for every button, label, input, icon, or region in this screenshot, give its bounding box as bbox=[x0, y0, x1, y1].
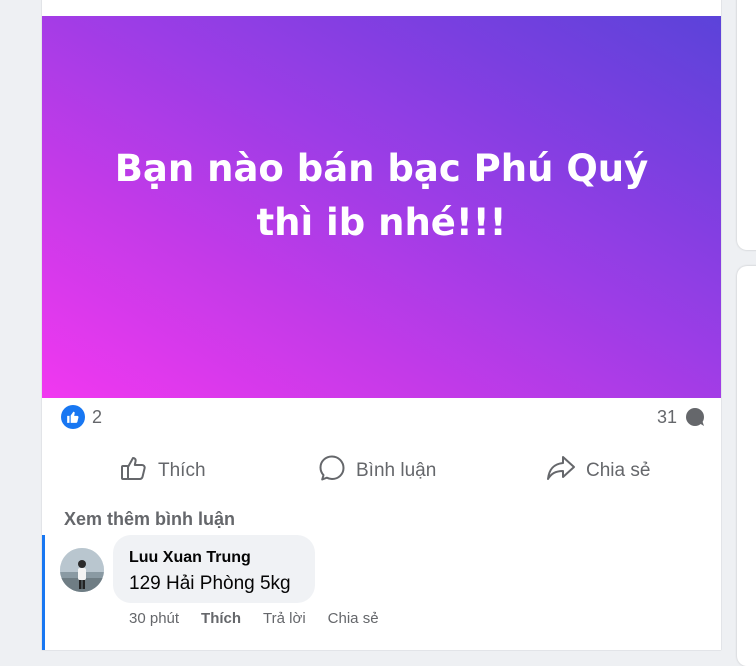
like-button-label: Thích bbox=[158, 460, 206, 481]
comment-meta: 30 phút Thích Trả lời Chia sẻ bbox=[129, 610, 379, 627]
comment-bubble-icon bbox=[685, 407, 705, 427]
comment-icon bbox=[318, 454, 356, 488]
share-button[interactable]: Chia sẻ bbox=[546, 450, 650, 492]
view-more-comments-link[interactable]: Xem thêm bình luận bbox=[64, 509, 235, 530]
side-panel-top bbox=[737, 0, 756, 250]
post-text-banner[interactable]: Bạn nào bán bạc Phú Quý thì ib nhé!!! bbox=[42, 16, 721, 398]
like-reaction-icon[interactable] bbox=[61, 405, 85, 429]
comment-button-label: Bình luận bbox=[356, 460, 437, 481]
comment-author[interactable]: Luu Xuan Trung bbox=[129, 549, 251, 567]
comment-count[interactable]: 31 bbox=[657, 407, 677, 428]
comment-time[interactable]: 30 phút bbox=[129, 610, 179, 627]
share-arrow-icon bbox=[546, 455, 586, 487]
comment-button[interactable]: Bình luận bbox=[318, 450, 436, 492]
thumbs-up-icon bbox=[120, 455, 158, 487]
avatar[interactable] bbox=[60, 548, 104, 592]
comment-text: 129 Hải Phòng 5kg bbox=[129, 573, 291, 594]
comment-item: Luu Xuan Trung 129 Hải Phòng 5kg 30 phút… bbox=[42, 535, 724, 650]
comment-share-link[interactable]: Chia sẻ bbox=[328, 610, 379, 627]
comment-reply-link[interactable]: Trả lời bbox=[263, 610, 306, 627]
like-count[interactable]: 2 bbox=[92, 407, 102, 428]
post-banner-text: Bạn nào bán bạc Phú Quý thì ib nhé!!! bbox=[114, 147, 649, 244]
post-actions: Thích Bình luận Chia sẻ bbox=[42, 450, 721, 492]
post-card: Bạn nào bán bạc Phú Quý thì ib nhé!!! 2 … bbox=[42, 0, 721, 650]
comment-bubble: Luu Xuan Trung 129 Hải Phòng 5kg bbox=[113, 535, 315, 603]
post-stats-bar: 2 31 bbox=[42, 400, 721, 436]
comment-like-link[interactable]: Thích bbox=[201, 610, 241, 627]
share-button-label: Chia sẻ bbox=[586, 460, 651, 481]
like-button[interactable]: Thích bbox=[120, 450, 206, 492]
side-panel-bottom bbox=[737, 266, 756, 666]
